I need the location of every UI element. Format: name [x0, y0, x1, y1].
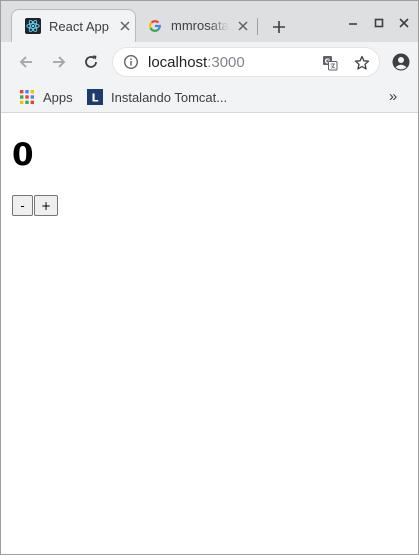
tab-strip: React App mmrosatab — [1, 1, 418, 42]
bookmark-apps[interactable]: Apps — [19, 86, 73, 108]
close-window-button[interactable] — [395, 14, 413, 32]
info-icon[interactable] — [123, 54, 139, 70]
bookmarks-bar: Apps L Instalando Tomcat... » — [1, 82, 418, 113]
reload-button[interactable] — [81, 52, 101, 72]
arrow-left-icon — [19, 56, 32, 68]
plus-icon — [273, 21, 285, 33]
translate-icon: G — [323, 56, 338, 71]
forward-button[interactable] — [49, 52, 69, 72]
svg-text:L: L — [91, 92, 98, 105]
new-tab-button[interactable] — [267, 15, 291, 39]
maximize-icon — [374, 18, 384, 28]
google-icon — [149, 19, 161, 32]
toolbar: localhost:3000 G — [1, 42, 418, 82]
counter-controls: - + — [12, 195, 59, 216]
url-host: localhost — [148, 53, 208, 71]
account-icon — [392, 53, 410, 71]
bookmark-instalando-tomcat[interactable]: L Instalando Tomcat... — [87, 86, 227, 108]
maximize-button[interactable] — [370, 14, 388, 32]
translate-button[interactable]: G — [321, 54, 339, 72]
bookmark-label: Apps — [43, 89, 73, 105]
arrow-right-icon — [53, 56, 66, 68]
bookmark-favicon-l: L — [87, 89, 103, 105]
counter-value: 0 — [12, 137, 34, 173]
tab-react-app[interactable]: React App — [11, 9, 136, 42]
bookmark-label: Instalando Tomcat... — [111, 89, 228, 105]
tab-separator — [257, 18, 258, 35]
bookmarks-overflow-button[interactable]: » — [385, 88, 401, 106]
decrement-button[interactable]: - — [12, 195, 33, 216]
browser-window: React App mmrosatab — [0, 0, 419, 555]
increment-button[interactable]: + — [34, 195, 59, 216]
url-port: :3000 — [207, 53, 245, 71]
url-text: localhost:3000 — [148, 54, 245, 71]
tab-mmrosatab[interactable]: mmrosatab — [139, 9, 259, 42]
tab-title: mmrosatab — [171, 18, 229, 33]
tab-title: React App — [49, 18, 109, 34]
close-icon — [399, 18, 409, 28]
back-button[interactable] — [16, 52, 36, 72]
close-tab-icon[interactable] — [118, 19, 132, 33]
apps-grid-icon — [20, 90, 34, 104]
react-icon — [25, 18, 41, 34]
page-content: 0 - + — [1, 113, 418, 554]
minimize-button[interactable] — [344, 14, 362, 32]
address-bar[interactable]: localhost:3000 G — [112, 47, 380, 77]
profile-button[interactable] — [391, 52, 411, 72]
star-icon — [354, 55, 370, 70]
bookmark-star-button[interactable] — [353, 54, 371, 72]
close-tab-icon[interactable] — [236, 19, 250, 33]
minimize-icon — [349, 23, 357, 25]
reload-icon — [85, 55, 97, 68]
